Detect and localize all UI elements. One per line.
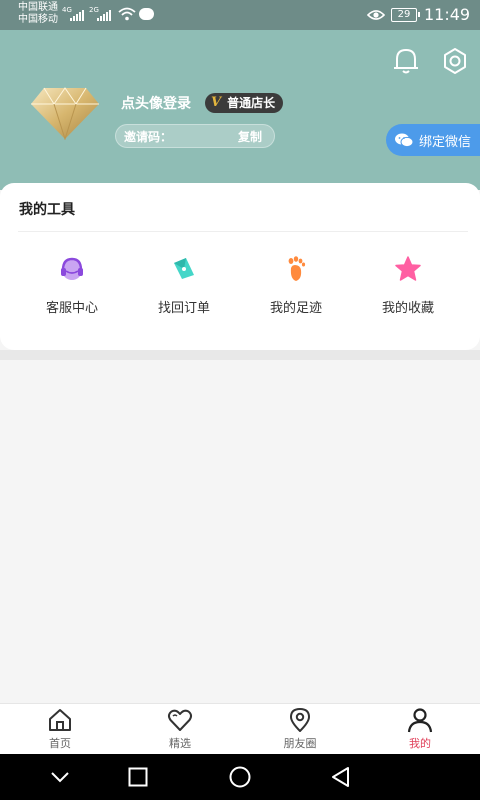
compass-icon — [174, 258, 194, 279]
bottom-tab-bar: 首页 精选 朋友圈 我的 — [0, 703, 480, 754]
carrier-2: 中国移动 — [18, 14, 58, 25]
profile-header: 点头像登录 V 普通店长 邀请码： 复制 绑定微信 — [0, 30, 480, 190]
home-icon — [49, 709, 71, 731]
invite-code-box: 邀请码： 复制 — [115, 124, 275, 148]
bell-icon[interactable] — [392, 46, 420, 76]
login-prompt[interactable]: 点头像登录 — [121, 93, 191, 113]
tab-featured[interactable]: 精选 — [120, 704, 240, 755]
footprint-icon — [288, 256, 306, 281]
heart-icon — [168, 709, 192, 731]
tool-label: 我的足迹 — [269, 301, 322, 316]
my-tools-title: 我的工具 — [19, 202, 75, 218]
back-icon[interactable] — [330, 766, 352, 788]
person-icon — [407, 708, 433, 733]
tools-grid: 客服中心 找回订单 我的足迹 我的收藏 — [0, 255, 480, 325]
location-pin-icon — [290, 708, 310, 732]
home-nav-icon[interactable] — [228, 766, 252, 790]
recent-apps-icon[interactable] — [127, 766, 149, 788]
my-tools-card: 我的工具 客服中心 找回订单 我的足迹 我的收藏 — [0, 183, 480, 350]
copy-invite-button[interactable]: 复制 — [238, 128, 262, 145]
divider — [18, 231, 468, 232]
signal-icon — [70, 9, 86, 21]
tab-label: 精选 — [169, 737, 191, 750]
headset-icon — [61, 257, 83, 280]
settings-icon[interactable] — [440, 46, 470, 76]
battery-icon: 29 — [391, 8, 420, 22]
carrier-info: 中国联通 中国移动 — [18, 2, 58, 26]
star-icon — [395, 256, 421, 281]
tab-home[interactable]: 首页 — [0, 704, 120, 755]
clock: 11:49 — [424, 5, 471, 24]
tool-label: 我的收藏 — [381, 301, 434, 316]
chevron-down-icon[interactable] — [49, 766, 71, 788]
tab-label: 朋友圈 — [283, 737, 317, 750]
member-level-label: 普通店长 — [227, 96, 276, 110]
bind-wechat-button[interactable]: 绑定微信 — [386, 124, 480, 156]
tab-mine[interactable]: 我的 — [360, 704, 480, 755]
status-bar: 中国联通 中国移动 4G 2G 29 11:49 — [0, 0, 480, 30]
signal-icon-2 — [97, 9, 113, 21]
tab-label: 我的 — [409, 737, 431, 750]
wechat-icon — [395, 133, 414, 148]
tool-footprints[interactable]: 我的足迹 — [240, 255, 352, 325]
system-nav-bar — [0, 754, 480, 800]
invite-code-label: 邀请码： — [124, 130, 173, 144]
tool-label: 客服中心 — [45, 301, 98, 316]
tab-label: 首页 — [49, 737, 71, 750]
tool-favorites[interactable]: 我的收藏 — [352, 255, 464, 325]
message-icon — [139, 8, 154, 20]
tool-recover-order[interactable]: 找回订单 — [128, 255, 240, 325]
section-separator — [0, 350, 480, 360]
tab-moments[interactable]: 朋友圈 — [240, 704, 360, 755]
vip-mark: V — [211, 95, 222, 110]
wifi-icon — [118, 7, 136, 21]
eye-icon — [367, 10, 385, 20]
bind-wechat-label: 绑定微信 — [419, 134, 472, 150]
tool-customer-service[interactable]: 客服中心 — [16, 255, 128, 325]
tool-label: 找回订单 — [157, 301, 210, 316]
avatar-diamond-icon[interactable] — [30, 86, 100, 140]
carrier-1: 中国联通 — [18, 2, 58, 13]
member-level-badge: V 普通店长 — [205, 93, 284, 113]
